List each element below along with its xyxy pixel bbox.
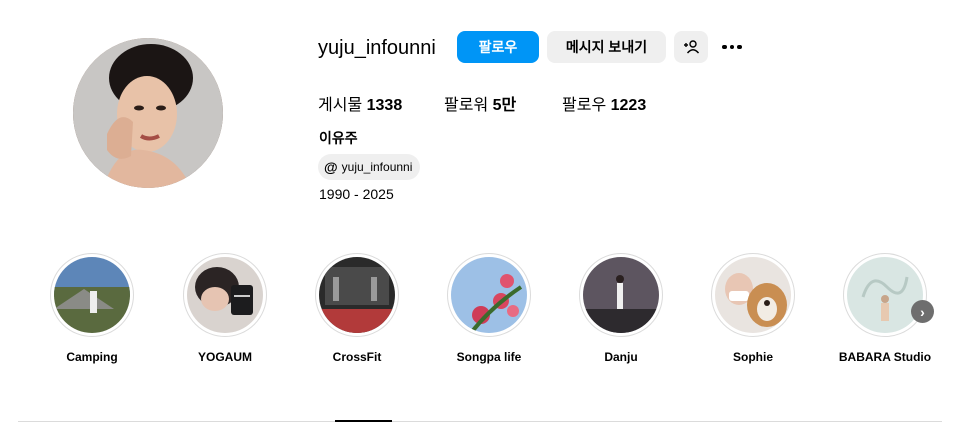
- person-plus-icon: [684, 40, 699, 54]
- highlight-sophie[interactable]: Sophie: [683, 253, 823, 364]
- suggested-accounts-button[interactable]: [674, 31, 708, 63]
- threads-link[interactable]: @ yuju_infounni: [318, 154, 421, 180]
- highlight-label: Sophie: [732, 350, 773, 364]
- highlight-cover: [319, 257, 395, 333]
- following-label: 팔로우: [562, 97, 607, 114]
- highlight-crossfit[interactable]: CrossFit: [287, 253, 427, 364]
- followers-count[interactable]: 팔로워 5만: [444, 91, 516, 115]
- highlight-cover: [187, 257, 263, 333]
- posts-count: 게시물 1338: [318, 91, 402, 115]
- profile-photo: [73, 38, 223, 188]
- highlight-cover: [847, 257, 923, 333]
- highlight-label: BABARA Studio: [838, 350, 932, 364]
- posts-value: 1338: [366, 97, 403, 114]
- highlight-camping[interactable]: Camping: [22, 253, 162, 364]
- highlight-yogaum[interactable]: YOGAUM: [155, 253, 295, 364]
- profile-bio: 1990 - 2025: [319, 186, 394, 202]
- highlight-label: CrossFit: [332, 350, 382, 364]
- highlight-label: Camping: [66, 350, 118, 364]
- profile-username: yuju_infounni: [318, 37, 436, 59]
- followers-value: 5만: [492, 97, 517, 114]
- chevron-right-icon[interactable]: ›: [911, 300, 934, 323]
- follow-button[interactable]: 팔로우: [457, 31, 539, 63]
- highlight-babara-studio[interactable]: BABARA Studio: [815, 253, 955, 364]
- highlight-danju[interactable]: Danju: [551, 253, 691, 364]
- highlight-label: Danju: [604, 350, 638, 364]
- highlight-label: Songpa life: [456, 350, 522, 364]
- threads-icon: @: [324, 159, 338, 175]
- tabs-divider: [18, 421, 942, 422]
- highlight-cover: [715, 257, 791, 333]
- highlight-label: YOGAUM: [198, 350, 252, 364]
- highlight-cover: [451, 257, 527, 333]
- threads-handle: yuju_infounni: [341, 160, 413, 174]
- profile-avatar[interactable]: [73, 38, 223, 188]
- more-options-icon[interactable]: [718, 34, 746, 60]
- followers-label: 팔로워: [444, 97, 489, 114]
- profile-full-name: 이유주: [319, 130, 358, 146]
- highlight-cover: [583, 257, 659, 333]
- following-value: 1223: [610, 97, 647, 114]
- following-count[interactable]: 팔로우 1223: [562, 91, 646, 115]
- posts-label: 게시물: [318, 97, 363, 114]
- active-tab-indicator: [335, 420, 392, 422]
- send-message-button[interactable]: 메시지 보내기: [547, 31, 666, 63]
- highlight-cover: [54, 257, 130, 333]
- highlight-songpa-life[interactable]: Songpa life: [419, 253, 559, 364]
